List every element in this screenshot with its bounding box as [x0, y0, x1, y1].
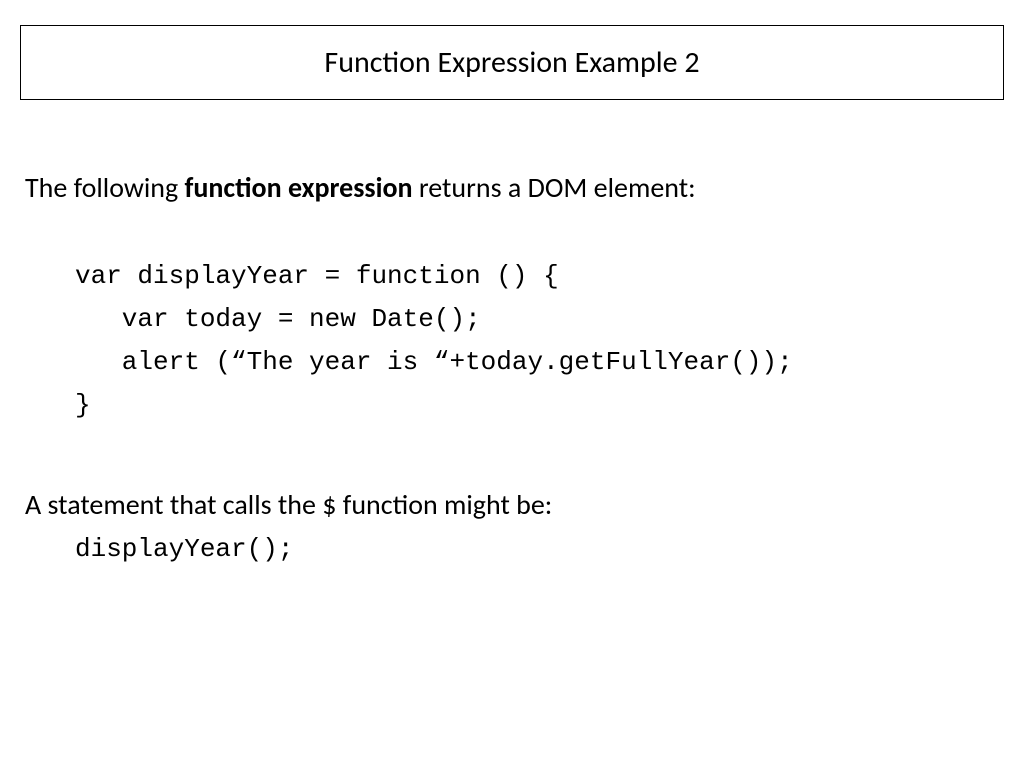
code-line-4: }	[75, 390, 91, 420]
code-line-1: var displayYear = function () {	[75, 261, 559, 291]
intro-bold: function expression	[185, 170, 413, 205]
code-block: var displayYear = function () { var toda…	[20, 255, 1004, 427]
slide-title: Function Expression Example 2	[41, 44, 983, 81]
call-code: displayYear();	[20, 534, 1004, 564]
statement-paragraph: A statement that calls the $ function mi…	[20, 487, 1004, 522]
code-line-3: alert (“The year is “+today.getFullYear(…	[75, 347, 793, 377]
intro-prefix: The following	[25, 170, 185, 205]
code-line-2: var today = new Date();	[75, 304, 481, 334]
title-box: Function Expression Example 2	[20, 25, 1004, 100]
intro-suffix: returns a DOM element:	[413, 170, 696, 205]
intro-paragraph: The following function expression return…	[20, 170, 1004, 205]
